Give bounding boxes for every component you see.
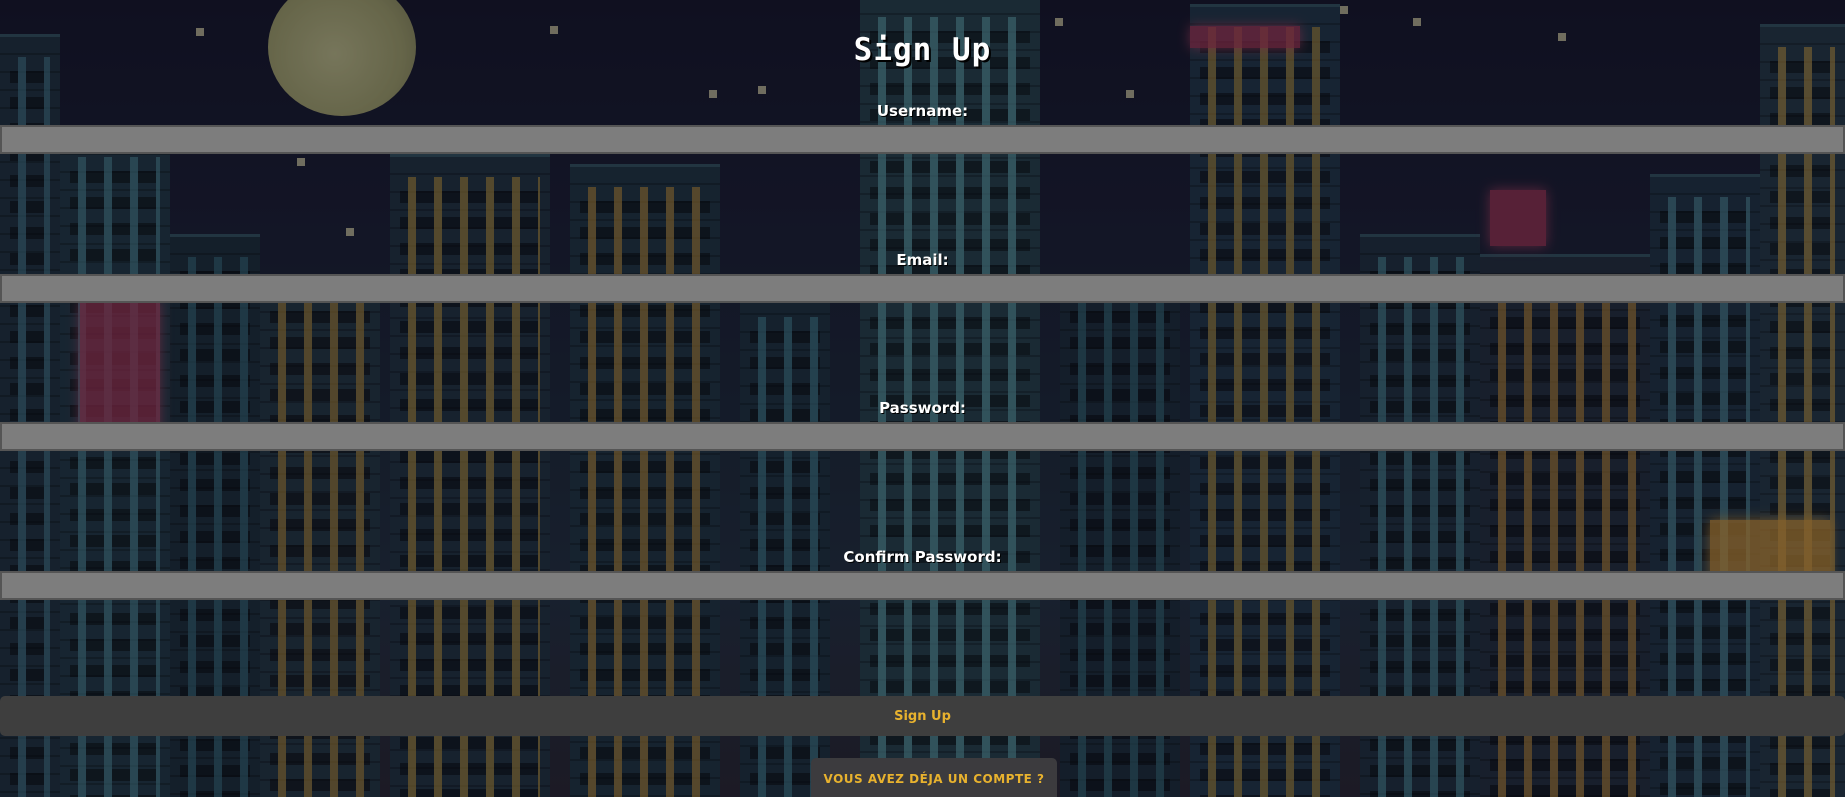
signup-page: Sign Up Username: Email: Password: Confi… (0, 0, 1845, 797)
username-field[interactable] (0, 125, 1845, 154)
confirm-password-field[interactable] (0, 571, 1845, 600)
password-label: Password: (879, 399, 966, 417)
username-label: Username: (876, 102, 969, 120)
email-label: Email: (896, 251, 949, 269)
email-field[interactable] (0, 274, 1845, 303)
confirm-password-label: Confirm Password: (843, 548, 1002, 566)
already-have-account-link[interactable]: VOUS AVEZ DÉJA UN COMPTE ? (811, 758, 1057, 797)
sign-up-button[interactable]: Sign Up (0, 696, 1845, 736)
page-title: Sign Up (853, 32, 992, 68)
password-field[interactable] (0, 422, 1845, 451)
